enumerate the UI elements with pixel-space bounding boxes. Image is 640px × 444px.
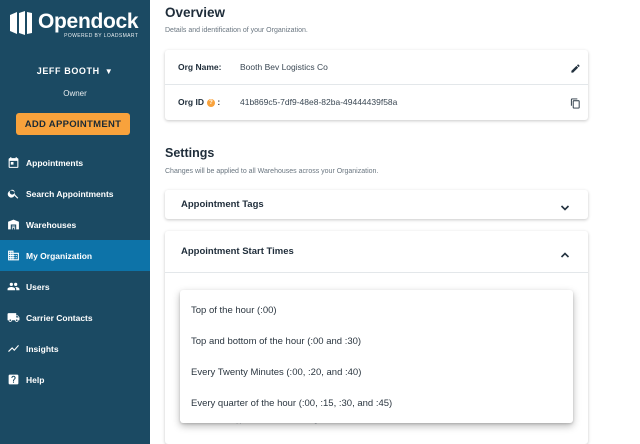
sidebar-item-label: Insights (26, 343, 59, 354)
appointment-start-times-header[interactable]: Appointment Start Times (165, 231, 588, 272)
org-details-card: Org Name: Booth Bev Logistics Co Org ID?… (165, 50, 588, 120)
appointment-tags-accordion[interactable]: Appointment Tags (165, 190, 588, 219)
sidebar-item-carrier-contacts[interactable]: Carrier Contacts (0, 302, 150, 333)
sidebar-item-search-appointments[interactable]: Search Appointments (0, 178, 150, 209)
sidebar-item-label: Warehouses (26, 219, 77, 230)
appointment-start-times-title: Appointment Start Times (181, 246, 294, 257)
start-times-dropdown-menu: Top of the hour (:00) Top and bottom of … (180, 290, 573, 423)
org-name-label: Org Name: (178, 62, 222, 72)
sidebar: Opendock POWERED BY LOADSMART JEFF BOOTH… (0, 0, 150, 444)
user-menu[interactable]: JEFF BOOTH ▼ (0, 66, 150, 76)
sidebar-item-label: Users (26, 281, 50, 292)
info-icon[interactable]: ? (206, 99, 215, 107)
calendar-icon (6, 156, 20, 170)
start-time-option[interactable]: Top and bottom of the hour (:00 and :30) (180, 326, 573, 357)
sidebar-item-appointments[interactable]: Appointments (0, 147, 150, 178)
settings-subtitle: Changes will be applied to all Warehouse… (165, 168, 379, 175)
search-icon (6, 187, 20, 201)
user-role: Owner (63, 89, 87, 98)
sidebar-item-label: Appointments (26, 157, 84, 168)
brand-tagline: POWERED BY LOADSMART (64, 33, 139, 39)
user-name: JEFF BOOTH (36, 66, 100, 76)
sidebar-nav: Appointments Search Appointments Warehou… (0, 147, 150, 395)
start-time-option[interactable]: Every Twenty Minutes (:00, :20, and :40) (180, 357, 573, 388)
overview-subtitle: Details and identification of your Organ… (165, 27, 308, 34)
sidebar-item-help[interactable]: Help (0, 364, 150, 395)
chart-line-icon (6, 342, 20, 356)
opendock-logo[interactable]: Opendock POWERED BY LOADSMART (8, 10, 139, 39)
org-id-label: Org ID (178, 97, 204, 107)
start-time-option[interactable]: Top of the hour (:00) (180, 295, 573, 326)
opendock-logo-icon (10, 11, 32, 35)
brand-name: Opendock (38, 10, 139, 33)
users-icon (6, 280, 20, 294)
overview-title: Overview (165, 5, 226, 20)
section-divider (165, 272, 588, 273)
start-time-option[interactable]: Every quarter of the hour (:00, :15, :30… (180, 388, 573, 419)
org-id-colon: : (217, 97, 221, 107)
sidebar-item-label: Search Appointments (26, 188, 114, 199)
copy-icon[interactable] (570, 96, 582, 109)
org-name-value: Booth Bev Logistics Co (240, 62, 328, 72)
warehouse-icon (6, 218, 20, 232)
sidebar-item-my-organization[interactable]: My Organization (0, 240, 150, 271)
sidebar-item-users[interactable]: Users (0, 271, 150, 302)
building-icon (6, 249, 20, 263)
appointment-tags-title: Appointment Tags (181, 199, 264, 210)
chevron-up-icon (560, 247, 570, 258)
org-id-value: 41b869c5-7df9-48e8-82ba-49444439f58a (240, 97, 398, 107)
help-icon (6, 373, 20, 387)
chevron-down-icon (560, 200, 570, 211)
sidebar-item-label: Carrier Contacts (26, 312, 93, 323)
org-id-label-wrap: Org ID? : (178, 97, 220, 107)
org-name-row: Org Name: Booth Bev Logistics Co (165, 50, 588, 84)
truck-icon (6, 311, 20, 325)
edit-icon[interactable] (570, 61, 582, 73)
settings-title: Settings (165, 146, 215, 160)
sidebar-item-label: Help (26, 374, 45, 385)
chevron-down-icon: ▼ (104, 67, 114, 76)
org-id-row: Org ID? : 41b869c5-7df9-48e8-82ba-494444… (165, 85, 588, 119)
add-appointment-button[interactable]: ADD APPOINTMENT (16, 113, 130, 135)
sidebar-item-insights[interactable]: Insights (0, 333, 150, 364)
sidebar-item-warehouses[interactable]: Warehouses (0, 209, 150, 240)
sidebar-item-label: My Organization (26, 250, 93, 261)
